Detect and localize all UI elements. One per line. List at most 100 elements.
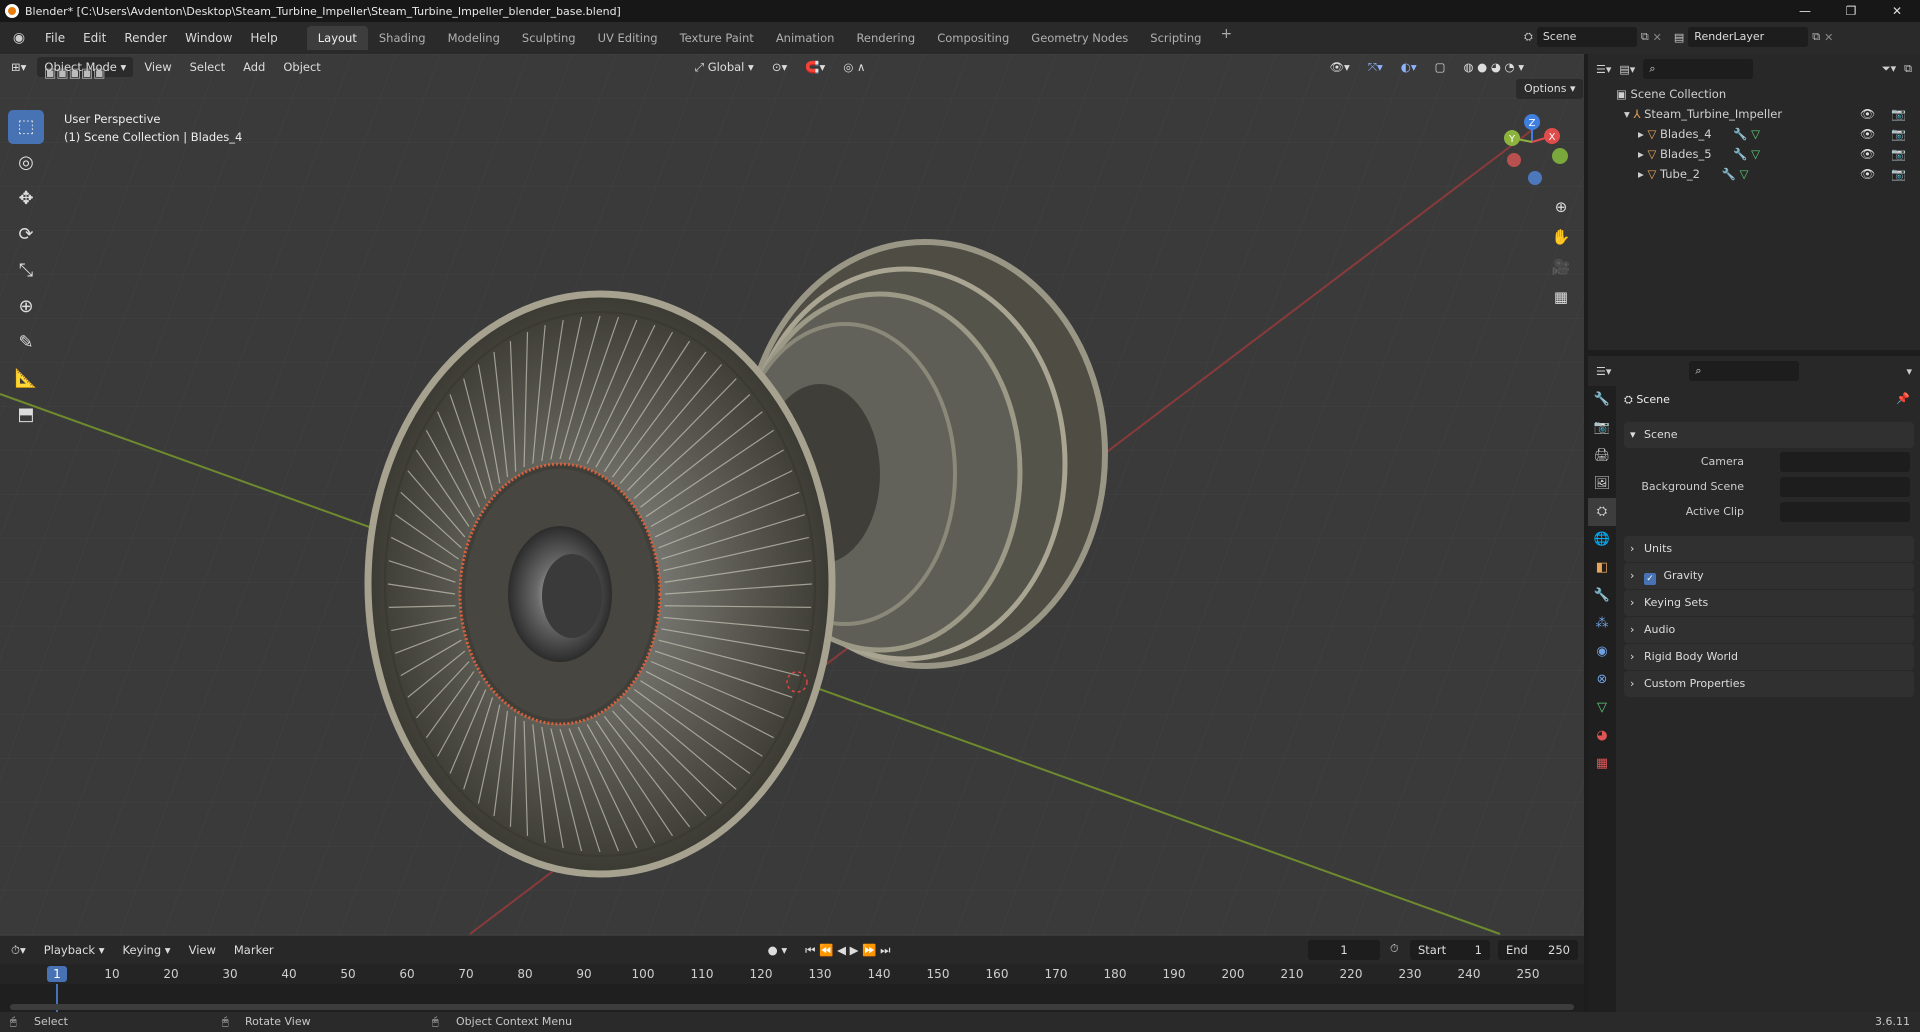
tab-compositing[interactable]: Compositing [926, 26, 1020, 50]
panel-keying-sets[interactable]: › Keying Sets [1624, 590, 1914, 616]
editor-type-icon[interactable]: ⊞▾ [4, 57, 33, 77]
outliner-scene-collection[interactable]: ▣ Scene Collection [1588, 84, 1920, 104]
cursor-tool-icon[interactable]: ◎ [8, 146, 44, 180]
snap-icon[interactable]: 🧲▾ [798, 57, 832, 77]
new-view-layer-icon[interactable]: ⧉ [1812, 30, 1820, 44]
visibility-render-icons[interactable]: 👁 📷 [1860, 104, 1912, 124]
record-icon[interactable]: ● ▾ [761, 940, 794, 960]
properties-editor-icon[interactable]: ☰▾ [1596, 365, 1611, 378]
material-tab-icon[interactable]: ◕ [1588, 722, 1616, 750]
menu-render[interactable]: Render [115, 22, 176, 54]
scene-name-field[interactable]: Scene [1536, 27, 1637, 47]
outliner-object-row[interactable]: ▸ ▽ Blades_4 🔧 ▽ 👁 📷 [1588, 124, 1920, 144]
delete-view-layer-icon[interactable]: ✕ [1824, 31, 1833, 44]
physics-tab-icon[interactable]: ◉ [1588, 638, 1616, 666]
particles-tab-icon[interactable]: ⁂ [1588, 610, 1616, 638]
delete-scene-icon[interactable]: ✕ [1653, 31, 1662, 44]
move-tool-icon[interactable]: ✥ [8, 182, 44, 216]
menu-help[interactable]: Help [241, 22, 286, 54]
tab-texture-paint[interactable]: Texture Paint [669, 26, 765, 50]
background-scene-field[interactable] [1780, 477, 1910, 497]
gravity-checkbox[interactable]: ✓ [1644, 573, 1656, 585]
menu-file[interactable]: File [36, 22, 74, 54]
active-clip-field[interactable] [1780, 502, 1910, 522]
mesh-data-icon[interactable]: ▽ [1740, 167, 1749, 181]
scene-tab-icon[interactable]: ⛭ [1588, 498, 1616, 526]
render-tab-icon[interactable]: 📷 [1588, 414, 1616, 442]
menu-object[interactable]: Object [276, 57, 327, 77]
shading-modes-icon[interactable]: ◍ ● ◕ ◔ ▾ [1456, 57, 1531, 77]
panel-gravity[interactable]: › ✓ Gravity [1624, 563, 1914, 589]
tab-shading[interactable]: Shading [368, 26, 437, 50]
zoom-icon[interactable]: ⊕ [1548, 194, 1574, 220]
overlay-toggle-icon[interactable]: ◐▾ [1394, 57, 1424, 77]
clock-icon[interactable]: ⏱ [1390, 942, 1399, 956]
annotate-tool-icon[interactable]: ✎ [8, 326, 44, 360]
blender-menu-icon[interactable]: ◉ [8, 27, 30, 49]
tab-scripting[interactable]: Scripting [1139, 26, 1212, 50]
3d-viewport[interactable]: Z X Y ⊞▾ Object Mode ▾ View Select Add O… [0, 54, 1584, 936]
panel-custom-properties[interactable]: › Custom Properties [1624, 671, 1914, 697]
scene-icon[interactable]: ⛭ [1524, 30, 1533, 44]
proportional-edit-icon[interactable]: ◎ ∧ [836, 57, 872, 77]
new-scene-icon[interactable]: ⧉ [1641, 30, 1649, 44]
turbine-front-stage[interactable] [364, 290, 836, 878]
visibility-render-icons[interactable]: 👁 📷 [1860, 144, 1912, 164]
timeline-scrollbar[interactable] [10, 1004, 1574, 1010]
maximize-button[interactable]: ❐ [1828, 0, 1874, 22]
collapse-chevron-icon[interactable]: ▸ [1638, 147, 1644, 161]
end-frame-field[interactable]: End 250 [1498, 940, 1578, 960]
xray-icon[interactable]: ▢ [1428, 57, 1453, 77]
menu-window[interactable]: Window [176, 22, 241, 54]
tab-rendering[interactable]: Rendering [845, 26, 926, 50]
panel-units[interactable]: › Units [1624, 536, 1914, 562]
expand-chevron-icon[interactable]: ▾ [1624, 107, 1630, 121]
view-layer-icon[interactable]: ▤ [1674, 31, 1684, 44]
tool-tab-icon[interactable]: 🔧 [1588, 386, 1616, 414]
camera-field[interactable] [1780, 452, 1910, 472]
add-workspace-button[interactable]: + [1212, 26, 1240, 50]
tab-uv-editing[interactable]: UV Editing [587, 26, 669, 50]
timeline-track[interactable] [0, 984, 1584, 1012]
collapse-chevron-icon[interactable]: ▸ [1638, 167, 1644, 181]
viewport-scene[interactable]: Z X Y [0, 54, 1584, 936]
menu-timeline-view[interactable]: View [182, 940, 223, 960]
options-dropdown[interactable]: Options ▾ [1516, 79, 1584, 99]
filter-icon[interactable]: ⏷▾ [1882, 62, 1896, 76]
outliner-search-input[interactable]: ⌕ [1643, 59, 1754, 79]
render-layer-field[interactable]: RenderLayer [1688, 27, 1809, 47]
collapse-chevron-icon[interactable]: ▸ [1638, 127, 1644, 141]
timeline-ruler[interactable]: 1 10 20 30 40 50 60 70 80 90 100 110 120 130 140 150 16… [0, 964, 1584, 984]
playback-controls[interactable]: ⏮ ⏪ ◀ ▶ ⏩ ⏭ [798, 940, 897, 960]
panel-audio[interactable]: › Audio [1624, 617, 1914, 643]
camera-view-icon[interactable]: 🎥 [1548, 254, 1574, 280]
current-frame-field[interactable]: 1 [1308, 940, 1380, 960]
selection-mode-icons[interactable]: ▣▣▣▣▣ [44, 66, 105, 81]
panel-scene[interactable]: ▾ Scene [1624, 422, 1914, 448]
modifier-wrench-icon[interactable]: 🔧 [1733, 147, 1747, 161]
measure-tool-icon[interactable]: 📐 [8, 362, 44, 396]
outliner-editor-icon[interactable]: ☰▾ [1596, 63, 1611, 76]
display-mode-icon[interactable]: ▤▾ [1619, 63, 1635, 76]
constraints-tab-icon[interactable]: ⊗ [1588, 666, 1616, 694]
tab-modeling[interactable]: Modeling [437, 26, 511, 50]
mesh-data-icon[interactable]: ▽ [1751, 127, 1760, 141]
select-box-icon[interactable]: ⬚ [8, 110, 44, 144]
mesh-data-icon[interactable]: ▽ [1751, 147, 1760, 161]
tab-animation[interactable]: Animation [765, 26, 846, 50]
tab-layout[interactable]: Layout [306, 26, 368, 50]
ortho-grid-icon[interactable]: ▦ [1548, 284, 1574, 310]
outliner-collection-row[interactable]: ▾ ⅄ Steam_Turbine_Impeller 👁 📷 [1588, 104, 1920, 124]
visibility-render-icons[interactable]: 👁 📷 [1860, 164, 1912, 184]
menu-keying[interactable]: Keying ▾ [116, 940, 178, 960]
playhead[interactable]: 1 [47, 966, 67, 982]
properties-options-icon[interactable]: ▾ [1906, 365, 1912, 378]
modifier-wrench-icon[interactable]: 🔧 [1722, 167, 1736, 181]
modifier-wrench-icon[interactable]: 🔧 [1733, 127, 1747, 141]
properties-search-input[interactable]: ⌕ [1689, 361, 1800, 381]
pivot-icon[interactable]: ⊙▾ [765, 57, 794, 77]
texture-tab-icon[interactable]: ▦ [1588, 750, 1616, 778]
new-collection-icon[interactable]: ⧉ [1904, 62, 1912, 76]
close-button[interactable]: ✕ [1874, 0, 1920, 22]
menu-marker[interactable]: Marker [227, 940, 281, 960]
